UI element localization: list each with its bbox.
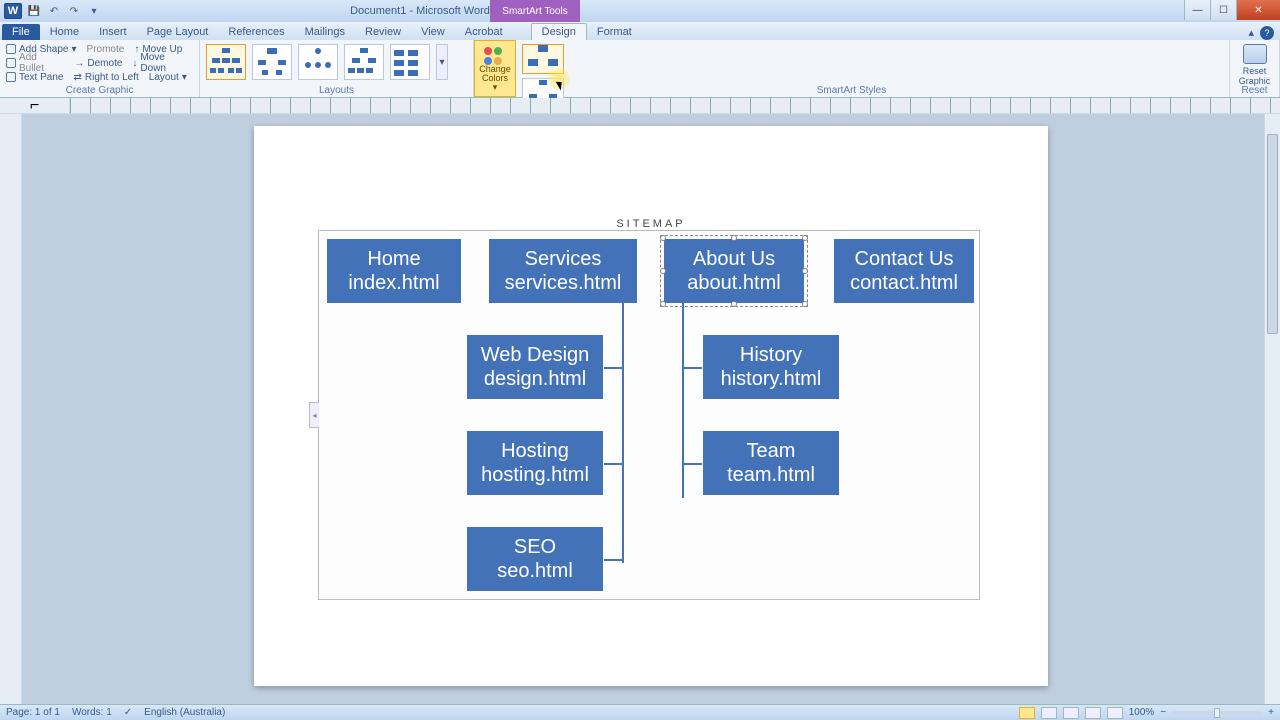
layout-thumb-5[interactable] — [390, 44, 430, 80]
promote-button: Promote — [87, 44, 125, 55]
tab-page-layout[interactable]: Page Layout — [137, 24, 219, 40]
minimize-button[interactable]: — — [1184, 0, 1210, 20]
change-colors-icon — [484, 47, 506, 65]
node-contact[interactable]: Contact Uscontact.html — [834, 239, 974, 303]
tab-acrobat[interactable]: Acrobat — [455, 24, 513, 40]
right-to-left-button[interactable]: ⇄ Right to Left — [73, 72, 138, 83]
reset-graphic-button[interactable]: ResetGraphic — [1239, 66, 1271, 86]
status-words[interactable]: Words: 1 — [72, 707, 112, 718]
node-seo[interactable]: SEOseo.html — [467, 527, 603, 591]
tab-file[interactable]: File — [2, 24, 40, 40]
text-pane-toggle-icon[interactable]: ◂ — [309, 402, 319, 428]
zoom-slider[interactable] — [1172, 711, 1262, 715]
status-page[interactable]: Page: 1 of 1 — [6, 707, 60, 718]
tab-insert[interactable]: Insert — [89, 24, 137, 40]
node-services[interactable]: Servicesservices.html — [489, 239, 637, 303]
status-language[interactable]: English (Australia) — [144, 707, 225, 718]
tab-home[interactable]: Home — [40, 24, 89, 40]
window-title: Document1 - Microsoft Word — [140, 5, 700, 17]
tab-review[interactable]: Review — [355, 24, 411, 40]
view-print-layout-button[interactable] — [1019, 707, 1035, 719]
view-web-layout-button[interactable] — [1063, 707, 1079, 719]
node-webdesign[interactable]: Web Designdesign.html — [467, 335, 603, 399]
layouts-more-button[interactable]: ▾ — [436, 44, 448, 80]
group-layouts: ▾ Layouts — [200, 40, 474, 97]
group-label-layouts: Layouts — [200, 85, 473, 96]
text-pane-button[interactable]: Text Pane — [6, 72, 63, 83]
view-full-screen-button[interactable] — [1041, 707, 1057, 719]
document-viewport[interactable]: SITEMAP ◂ Homeindex.html Servicesservice… — [22, 114, 1280, 704]
tab-references[interactable]: References — [218, 24, 294, 40]
layout-button[interactable]: Layout ▾ — [149, 72, 187, 83]
ribbon: Add Shape ▾Promote↑ Move Up Add Bullet→ … — [0, 40, 1280, 98]
view-outline-button[interactable] — [1085, 707, 1101, 719]
demote-button[interactable]: → Demote — [74, 58, 122, 69]
group-smartart-styles: ▾ SmartArt Styles — [516, 40, 1230, 97]
layout-thumb-1[interactable] — [206, 44, 246, 80]
minimize-ribbon-icon[interactable]: ▴ — [1248, 26, 1254, 40]
node-hosting[interactable]: Hostinghosting.html — [467, 431, 603, 495]
node-home[interactable]: Homeindex.html — [327, 239, 461, 303]
document-area: SITEMAP ◂ Homeindex.html Servicesservice… — [0, 114, 1280, 704]
qat-redo-icon[interactable]: ↷ — [66, 3, 82, 19]
zoom-level[interactable]: 100% — [1129, 707, 1155, 718]
group-label-reset: Reset — [1230, 85, 1279, 96]
status-spellcheck-icon[interactable]: ✓ — [124, 707, 132, 718]
horizontal-ruler-bar: ⌐ — [0, 98, 1280, 114]
help-icon[interactable]: ? — [1260, 26, 1274, 40]
horizontal-ruler[interactable] — [70, 98, 1280, 113]
smartart-frame[interactable]: ◂ Homeindex.html Servicesservices.html A… — [318, 230, 980, 600]
zoom-out-button[interactable]: − — [1160, 707, 1166, 718]
word-app-icon[interactable]: W — [4, 3, 22, 19]
tab-selector-icon[interactable]: ⌐ — [0, 98, 70, 114]
reset-graphic-icon[interactable] — [1243, 44, 1267, 64]
close-button[interactable]: ✕ — [1236, 0, 1280, 20]
vertical-ruler[interactable] — [0, 114, 22, 704]
scrollbar-thumb[interactable] — [1267, 134, 1278, 334]
quick-access-toolbar: W 💾 ↶ ↷ ▾ — [0, 3, 102, 19]
title-bar: W 💾 ↶ ↷ ▾ Document1 - Microsoft Word Sma… — [0, 0, 1280, 22]
tab-design[interactable]: Design — [531, 23, 587, 40]
window-controls: — ☐ ✕ — [1184, 0, 1280, 20]
qat-customize-icon[interactable]: ▾ — [86, 3, 102, 19]
tab-view[interactable]: View — [411, 24, 455, 40]
group-create-graphic: Add Shape ▾Promote↑ Move Up Add Bullet→ … — [0, 40, 200, 97]
view-draft-button[interactable] — [1107, 707, 1123, 719]
layout-thumb-2[interactable] — [252, 44, 292, 80]
group-label-create-graphic: Create Graphic — [0, 85, 199, 96]
qat-save-icon[interactable]: 💾 — [26, 3, 42, 19]
node-team[interactable]: Teamteam.html — [703, 431, 839, 495]
page[interactable]: SITEMAP ◂ Homeindex.html Servicesservice… — [254, 126, 1048, 686]
contextual-tab-header: SmartArt Tools — [490, 0, 580, 22]
maximize-button[interactable]: ☐ — [1210, 0, 1236, 20]
group-reset: ResetGraphic Reset — [1230, 40, 1280, 97]
qat-undo-icon[interactable]: ↶ — [46, 3, 62, 19]
layout-thumb-4[interactable] — [344, 44, 384, 80]
style-thumb-1[interactable] — [522, 44, 564, 74]
node-history[interactable]: Historyhistory.html — [703, 335, 839, 399]
layout-thumb-3[interactable] — [298, 44, 338, 80]
ribbon-tabs: File Home Insert Page Layout References … — [0, 22, 1280, 40]
vertical-scrollbar[interactable] — [1264, 114, 1280, 704]
node-about[interactable]: About Usabout.html — [664, 239, 804, 303]
group-label-styles: SmartArt Styles — [474, 85, 1229, 96]
tab-format[interactable]: Format — [587, 24, 642, 40]
ribbon-help: ▴ ? — [1248, 26, 1280, 40]
zoom-slider-thumb[interactable] — [1214, 708, 1220, 718]
zoom-in-button[interactable]: + — [1268, 707, 1274, 718]
sitemap-title[interactable]: SITEMAP — [254, 218, 1048, 230]
status-bar: Page: 1 of 1 Words: 1 ✓ English (Austral… — [0, 704, 1280, 720]
tab-mailings[interactable]: Mailings — [295, 24, 355, 40]
